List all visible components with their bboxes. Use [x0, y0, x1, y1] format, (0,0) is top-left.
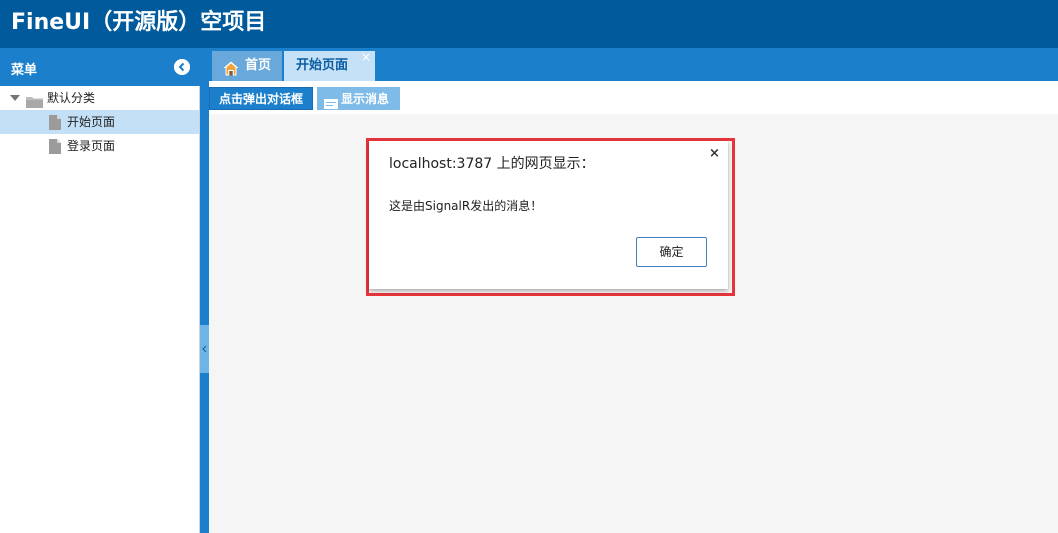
home-icon	[223, 58, 239, 76]
tree-node-default-category[interactable]: 默认分类	[0, 86, 199, 110]
sidebar-title: 菜单	[11, 63, 38, 78]
folder-icon	[26, 92, 43, 108]
dialog-title: localhost:3787 上的网页显示：	[389, 156, 595, 172]
message-icon	[324, 94, 338, 109]
dialog-message: 这是由SignalR发出的消息！	[389, 199, 543, 213]
app-title: FineUI（开源版）空项目	[11, 10, 267, 35]
tree-item-label: 登录页面	[67, 139, 116, 153]
page-icon	[49, 138, 61, 154]
show-message-button[interactable]: 显示消息	[317, 87, 400, 110]
tab-home[interactable]: 首页	[212, 51, 282, 81]
tab-strip: 首页 开始页面 ×	[209, 48, 1058, 81]
tree-node-label: 默认分类	[47, 91, 96, 105]
app-header: FineUI（开源版）空项目	[0, 0, 1058, 48]
tab-label: 开始页面	[296, 58, 349, 73]
tab-close-icon[interactable]: ×	[361, 42, 371, 72]
tab-label: 首页	[245, 58, 272, 73]
message-button-label: 显示消息	[341, 92, 390, 106]
dialog-ok-button[interactable]: 确定	[636, 237, 707, 267]
dialog-close-icon[interactable]: ×	[709, 146, 720, 161]
show-dialog-button[interactable]: 点击弹出对话框	[209, 87, 313, 110]
splitter-handle[interactable]	[200, 325, 209, 373]
expand-arrow-icon[interactable]	[10, 95, 20, 101]
tree-item-start-page[interactable]: 开始页面	[0, 110, 199, 134]
page-icon	[49, 114, 61, 130]
menu-tree: 默认分类 开始页面 登录页面	[0, 86, 200, 158]
sidebar-splitter[interactable]	[200, 48, 209, 533]
tree-item-label: 开始页面	[67, 115, 116, 129]
sidebar-header: 菜单	[0, 48, 200, 86]
toolbar: 点击弹出对话框 显示消息	[209, 81, 1058, 114]
alert-dialog: localhost:3787 上的网页显示： × 这是由SignalR发出的消息…	[369, 141, 728, 289]
tab-start-page[interactable]: 开始页面 ×	[284, 50, 375, 81]
collapse-sidebar-icon[interactable]	[174, 59, 190, 75]
sidebar: 菜单 默认分类 开始页面 登录页面	[0, 48, 200, 533]
tree-item-login-page[interactable]: 登录页面	[0, 134, 199, 158]
